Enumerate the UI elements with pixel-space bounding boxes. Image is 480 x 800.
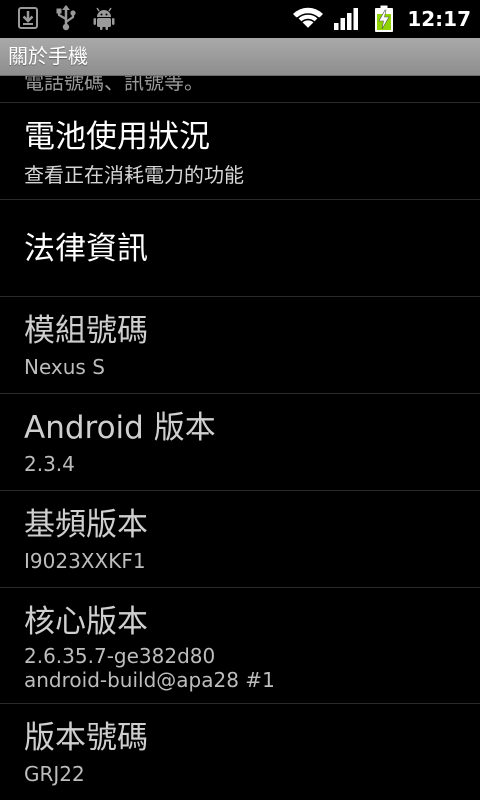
list-item-summary: GRJ22: [24, 762, 85, 786]
list-item-partial[interactable]: 電話號碼、訊號等。: [0, 76, 480, 102]
list-item-summary: I9023XXKF1: [24, 549, 146, 573]
list-item-summary: 2.3.4: [24, 452, 75, 476]
list-item-summary: 電話號碼、訊號等。: [24, 76, 204, 94]
page-title: 關於手機: [8, 44, 88, 68]
list-item-summary: 查看正在消耗電力的功能: [24, 163, 244, 187]
list-item-battery-use[interactable]: 電池使用狀況 查看正在消耗電力的功能: [0, 102, 480, 199]
android-debug-icon: [92, 7, 116, 35]
battery-charging-icon: [374, 5, 394, 37]
list-item-title: 電池使用狀況: [24, 119, 210, 155]
wifi-icon: [292, 6, 324, 34]
clock: 12:17: [407, 7, 471, 31]
list-item-model-number: 模組號碼 Nexus S: [0, 296, 480, 393]
title-bar: 關於手機: [0, 38, 480, 76]
list-item-legal-info[interactable]: 法律資訊: [0, 199, 480, 296]
download-icon: [18, 7, 38, 33]
usb-icon: [55, 5, 77, 35]
preference-list[interactable]: 電話號碼、訊號等。 電池使用狀況 查看正在消耗電力的功能 法律資訊 模組號碼 N…: [0, 76, 480, 800]
list-item-android-version[interactable]: Android 版本 2.3.4: [0, 393, 480, 490]
list-item-title: 基頻版本: [24, 507, 148, 543]
list-item-summary: Nexus S: [24, 355, 105, 379]
list-item-title: 版本號碼: [24, 720, 148, 756]
list-item-title: Android 版本: [24, 410, 216, 446]
list-item-title: 模組號碼: [24, 313, 148, 349]
list-item-title: 法律資訊: [24, 231, 148, 267]
list-item-baseband-version: 基頻版本 I9023XXKF1: [0, 490, 480, 587]
list-item-summary-line2: android-build@apa28 #1: [24, 668, 275, 692]
list-item-kernel-version: 核心版本 2.6.35.7-ge382d80 android-build@apa…: [0, 587, 480, 703]
list-item-build-number: 版本號碼 GRJ22: [0, 703, 480, 800]
status-bar: 12:17: [0, 0, 480, 38]
signal-icon: [333, 8, 359, 34]
list-item-summary-line1: 2.6.35.7-ge382d80: [24, 644, 216, 668]
list-item-title: 核心版本: [24, 604, 148, 640]
